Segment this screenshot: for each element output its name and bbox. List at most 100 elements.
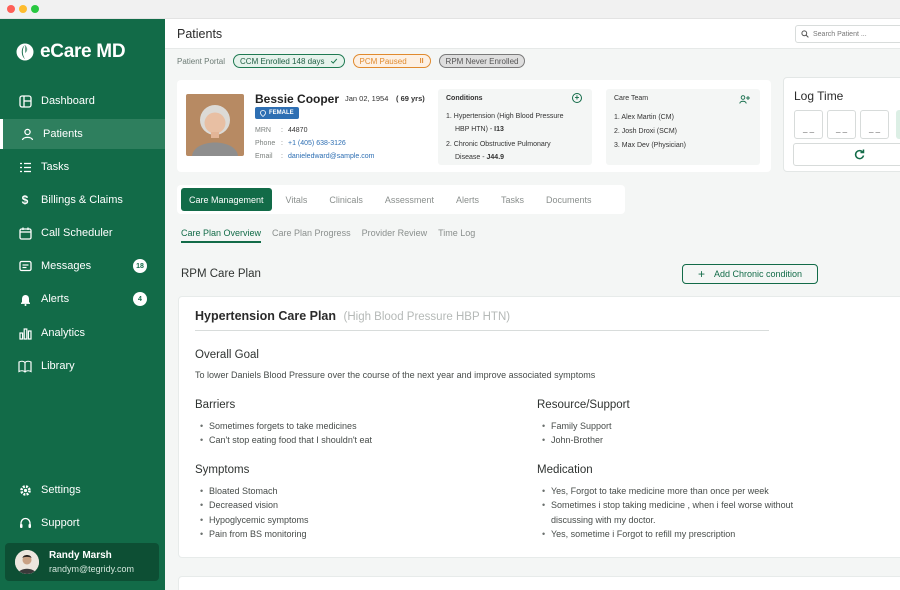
person-icon [20,127,34,141]
list-item: Hypoglycemic symptoms [195,513,309,528]
patient-mrn: 44870 [288,127,308,134]
seconds-input[interactable]: _ _ [860,110,889,139]
refresh-icon [854,149,865,160]
subtab-time-log[interactable]: Time Log [438,228,475,243]
pause-icon: II [419,57,424,65]
sidebar-item-library[interactable]: Library [0,351,165,381]
add-condition-icon[interactable]: + [572,93,582,103]
hours-input[interactable]: _ _ [794,110,823,139]
subtab-care-plan-overview[interactable]: Care Plan Overview [181,228,262,243]
search-icon [801,30,809,38]
portal-label: Patient Portal [177,56,226,66]
medication-title: Medication [537,464,593,476]
reset-timer-button[interactable] [793,143,900,166]
gender-badge: FEMALE [255,107,299,119]
tab-alerts[interactable]: Alerts [448,188,487,211]
list-item: Bloated Stomach [195,484,309,499]
sidebar-item-label: Messages [41,260,92,272]
book-icon [18,359,32,373]
title-divider [195,330,769,331]
pcm-status-badge[interactable]: PCM Paused II [352,54,431,68]
start-timer-button[interactable] [896,110,900,139]
log-time-card: Log Time _ _ _ _ _ _ [783,77,900,172]
search-placeholder: Search Patient ... [813,30,867,38]
conditions-title: Conditions [446,95,483,102]
rpm-status-badge[interactable]: RPM Never Enrolled [438,54,526,68]
list-item: Pain from BS monitoring [195,527,309,542]
add-person-icon[interactable] [739,95,750,104]
symptoms-title: Symptoms [195,464,250,476]
phone-label: Phone [255,140,276,147]
conditions-panel: Conditions + 1. Hypertension (High Blood… [438,89,592,165]
tab-vitals[interactable]: Vitals [278,188,316,211]
check-icon [330,58,337,64]
user-profile-card[interactable]: Randy Marsh randym@tegridy.com [5,543,159,581]
patient-name: Bessie Cooper [255,92,340,106]
care-plan-title: Hypertension Care Plan (High Blood Press… [195,309,511,323]
sidebar-item-billings[interactable]: $ Billings & Claims [0,185,165,215]
log-time-title: Log Time [794,89,844,103]
minimize-window-button[interactable] [19,5,27,13]
add-chronic-condition-button[interactable]: + Add Chronic condition [682,264,818,284]
sidebar-item-support[interactable]: Support [0,508,165,538]
avatar [15,550,39,574]
app-name: eCare MD [40,41,126,62]
app-logo[interactable]: eCare MD [16,41,126,63]
sidebar-item-tasks[interactable]: Tasks [0,152,165,182]
sidebar-item-dashboard[interactable]: Dashboard [0,86,165,116]
list-item: Yes, sometime i Forgot to refill my pres… [537,527,807,542]
condition-item: 2. Chronic Obstructive Pulmonary Disease … [446,141,551,161]
patient-phone[interactable]: +1 (405) 638-3126 [288,137,374,150]
bell-icon [18,292,32,306]
subtab-provider-review[interactable]: Provider Review [362,228,428,243]
sidebar-item-label: Billings & Claims [41,194,123,206]
sidebar-item-settings[interactable]: Settings [0,475,165,505]
condition-item: 1. Hypertension (High Blood Pressure HBP … [446,113,564,133]
list-item: Decreased vision [195,498,309,513]
list-item: Can't stop eating food that I shouldn't … [195,433,372,448]
barriers-title: Barriers [195,399,236,411]
sidebar-item-label: Library [41,360,75,372]
ecare-logo-icon [16,43,34,61]
care-plan-subtitle: (High Blood Pressure HBP HTN) [343,311,511,323]
barriers-list: Sometimes forgets to take medicines Can'… [195,419,372,448]
email-label: Email [255,153,273,160]
patient-portal-status: Patient Portal CCM Enrolled 148 days PCM… [177,54,533,68]
sidebar-item-label: Dashboard [41,95,95,107]
tasks-icon [18,160,32,174]
list-item: Sometimes i stop taking medicine , when … [537,498,807,527]
tab-documents[interactable]: Documents [538,188,600,211]
resource-support-title: Resource/Support [537,399,630,411]
sidebar-item-messages[interactable]: Messages 18 [0,251,165,281]
sidebar-item-label: Call Scheduler [41,227,113,239]
ccm-status-badge[interactable]: CCM Enrolled 148 days [233,54,345,68]
next-care-plan-card [178,576,900,590]
sidebar-item-label: Settings [41,484,81,496]
location-pin-icon [260,109,266,117]
sidebar-item-analytics[interactable]: Analytics [0,318,165,348]
tab-clinicals[interactable]: Clinicals [321,188,371,211]
tab-assessment[interactable]: Assessment [377,188,442,211]
patient-email[interactable]: danieledward@sample.com [288,150,374,163]
list-item: John-Brother [537,433,612,448]
close-window-button[interactable] [7,5,15,13]
maximize-window-button[interactable] [31,5,39,13]
sidebar-item-patients[interactable]: Patients [0,119,165,149]
sidebar-item-call-scheduler[interactable]: Call Scheduler [0,218,165,248]
tab-care-management[interactable]: Care Management [181,188,272,211]
sidebar-item-label: Patients [43,128,83,140]
sidebar-item-alerts[interactable]: Alerts 4 [0,284,165,314]
dashboard-icon [18,94,32,108]
page-title: Patients [177,27,223,41]
list-item: Yes, Forgot to take medicine more than o… [537,484,807,499]
app-window: eCare MD Dashboard Patients Tasks $ Bill… [0,0,900,590]
care-team-panel: Care Team 1. Alex Martin (CM) 2. Josh Dr… [606,89,760,165]
minutes-input[interactable]: _ _ [827,110,856,139]
search-input[interactable]: Search Patient ... [795,25,900,43]
care-plan-subtabs: Care Plan Overview Care Plan Progress Pr… [181,228,486,243]
tab-tasks[interactable]: Tasks [493,188,532,211]
patient-dob: Jan 02, 1954 [345,94,389,103]
subtab-care-plan-progress[interactable]: Care Plan Progress [272,228,351,243]
top-bar: Patients Search Patient ... [165,19,900,49]
patient-photo [186,94,244,156]
